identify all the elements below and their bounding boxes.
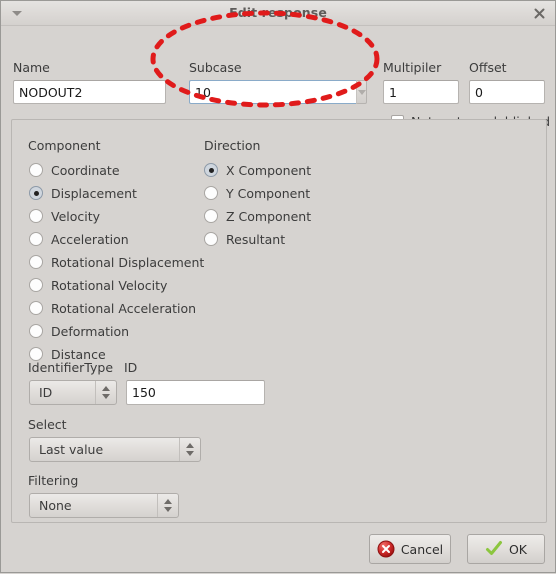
- id-label: ID: [124, 360, 138, 375]
- radio-acceleration[interactable]: Acceleration: [29, 229, 129, 249]
- top-form: Name Subcase Multipiler Offset Not metam…: [1, 26, 555, 129]
- radio-label: X Component: [226, 162, 312, 178]
- identifier-type-combobox[interactable]: ID: [29, 380, 117, 405]
- component-group-title: Component: [28, 138, 101, 153]
- radio-label: Deformation: [51, 323, 130, 339]
- radio-label: Rotational Acceleration: [51, 300, 197, 316]
- radio-mark-icon: [204, 186, 218, 200]
- radio-velocity[interactable]: Velocity: [29, 206, 100, 226]
- radio-coordinate[interactable]: Coordinate: [29, 160, 120, 180]
- identifier-type-label: IdentifierType: [28, 360, 114, 375]
- identifier-type-value: ID: [39, 385, 53, 400]
- radio-z-component[interactable]: Z Component: [204, 206, 311, 226]
- check-icon: [485, 540, 503, 558]
- spinner-arrows-icon[interactable]: [179, 438, 200, 461]
- filtering-label: Filtering: [28, 473, 79, 488]
- radio-label: Coordinate: [51, 162, 120, 178]
- radio-label: Rotational Displacement: [51, 254, 205, 270]
- response-settings-panel: Component Coordinate Displacement Veloci…: [11, 119, 547, 523]
- name-label: Name: [13, 60, 50, 75]
- radio-label: Resultant: [226, 231, 286, 247]
- ok-button-label: OK: [508, 541, 528, 557]
- spinner-arrows-icon[interactable]: [157, 494, 178, 517]
- close-icon[interactable]: [530, 4, 549, 23]
- subcase-combobox[interactable]: [189, 80, 367, 104]
- radio-label: Y Component: [226, 185, 311, 201]
- cancel-button-label: Cancel: [400, 541, 444, 557]
- radio-mark-icon: [204, 209, 218, 223]
- cancel-icon: [377, 540, 395, 558]
- spinner-arrows-icon[interactable]: [95, 381, 116, 404]
- radio-rotational-velocity[interactable]: Rotational Velocity: [29, 275, 167, 295]
- subcase-input[interactable]: [189, 80, 356, 104]
- subcase-dropdown-arrow-icon[interactable]: [356, 80, 367, 104]
- radio-rotational-displacement[interactable]: Rotational Displacement: [29, 252, 204, 272]
- filtering-value: None: [39, 498, 72, 513]
- select-label: Select: [28, 417, 67, 432]
- ok-button[interactable]: OK: [467, 534, 545, 564]
- radio-mark-icon: [29, 301, 43, 315]
- radio-deformation[interactable]: Deformation: [29, 321, 129, 341]
- radio-mark-icon: [29, 232, 43, 246]
- offset-input[interactable]: [469, 80, 545, 104]
- edit-response-dialog: Edit response Name Subcase Multipiler Of…: [0, 0, 556, 573]
- id-input[interactable]: [126, 380, 265, 405]
- multiplier-input[interactable]: [383, 80, 459, 104]
- titlebar: Edit response: [1, 1, 555, 26]
- name-input[interactable]: [13, 80, 166, 104]
- radio-mark-icon: [204, 163, 218, 177]
- radio-x-component[interactable]: X Component: [204, 160, 311, 180]
- radio-label: Rotational Velocity: [51, 277, 168, 293]
- radio-rotational-acceleration[interactable]: Rotational Acceleration: [29, 298, 196, 318]
- radio-label: Velocity: [51, 208, 101, 224]
- multiplier-label: Multipiler: [383, 60, 442, 75]
- radio-mark-icon: [29, 163, 43, 177]
- radio-label: Displacement: [51, 185, 137, 201]
- radio-mark-icon: [29, 186, 43, 200]
- radio-mark-icon: [204, 232, 218, 246]
- radio-resultant[interactable]: Resultant: [204, 229, 285, 249]
- select-combobox[interactable]: Last value: [29, 437, 201, 462]
- window-title: Edit response: [229, 5, 327, 20]
- radio-mark-icon: [29, 209, 43, 223]
- radio-mark-icon: [29, 255, 43, 269]
- radio-mark-icon: [29, 347, 43, 361]
- direction-group-title: Direction: [204, 138, 261, 153]
- radio-y-component[interactable]: Y Component: [204, 183, 310, 203]
- radio-mark-icon: [29, 324, 43, 338]
- subcase-label: Subcase: [189, 60, 242, 75]
- radio-mark-icon: [29, 278, 43, 292]
- cancel-button[interactable]: Cancel: [369, 534, 451, 564]
- radio-label: Z Component: [226, 208, 312, 224]
- select-value: Last value: [39, 442, 104, 457]
- filtering-combobox[interactable]: None: [29, 493, 179, 518]
- radio-label: Acceleration: [51, 231, 129, 247]
- radio-displacement[interactable]: Displacement: [29, 183, 137, 203]
- offset-label: Offset: [469, 60, 507, 75]
